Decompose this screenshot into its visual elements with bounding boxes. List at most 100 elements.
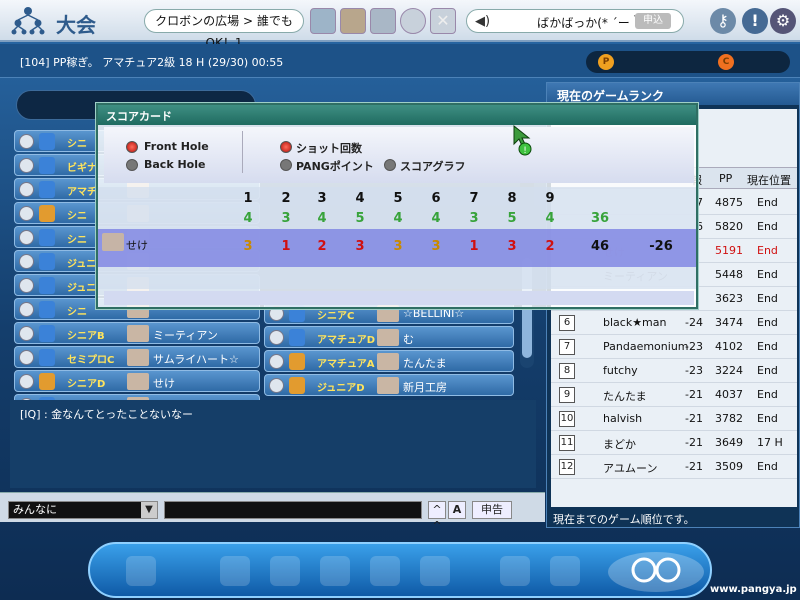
player-info-button[interactable] — [19, 254, 34, 269]
front-hole-radio[interactable] — [126, 141, 138, 153]
player-class-icon — [39, 253, 55, 270]
shot-count-radio[interactable] — [280, 141, 292, 153]
rank-location: End — [757, 460, 778, 473]
score-graph-radio[interactable] — [384, 159, 396, 171]
rank-row[interactable]: 6 black★man -24 3474 End — [551, 311, 797, 335]
font-button[interactable]: A — [448, 501, 466, 519]
rank-pp: 3509 — [715, 460, 743, 473]
rank-location: End — [757, 292, 778, 305]
score-table: せけ 143231342453543643731853942 36 46 -26 — [98, 187, 696, 289]
dock-icon-4[interactable] — [320, 556, 350, 586]
chevron-down-icon[interactable]: ▼ — [141, 502, 157, 518]
rank-row[interactable]: 10 halvish -21 3782 End — [551, 407, 797, 431]
player-row[interactable]: アマチュアA たんたま — [264, 350, 514, 372]
hole-par: 4 — [545, 211, 555, 226]
hole-score: 1 — [281, 239, 291, 254]
site-url: www.pangya.jp — [710, 584, 797, 595]
dock-icon-6[interactable] — [420, 556, 450, 586]
rank-row[interactable]: 7 Pandaemonium -23 4102 End — [551, 335, 797, 359]
dock-icon-8[interactable] — [550, 556, 580, 586]
pang-points-radio[interactable] — [280, 159, 292, 171]
player-info-button[interactable] — [269, 378, 284, 393]
rank-row[interactable]: 11 まどか -21 3649 17 H — [551, 431, 797, 455]
player-class-icon — [289, 377, 305, 394]
score-card-title: スコアカード — [106, 110, 172, 123]
rank-player-name: たんたま — [603, 390, 647, 403]
lobby-key-icon[interactable]: ⚷ — [710, 8, 736, 34]
player-row[interactable]: シニアB ミーティアン — [14, 322, 260, 344]
player-info-button[interactable] — [19, 206, 34, 221]
report-button[interactable]: 申告 — [472, 501, 512, 519]
hole-number: 8 — [507, 191, 517, 206]
rank-score: -23 — [685, 340, 703, 353]
player-name: せけ — [153, 377, 175, 390]
rank-number: 7 — [559, 339, 575, 355]
char-slot-3-button[interactable] — [370, 8, 396, 34]
player-info-button[interactable] — [19, 326, 34, 341]
chat-message-input[interactable] — [164, 501, 422, 519]
rank-player-name: アユムーン — [603, 462, 658, 475]
minus-button[interactable] — [400, 8, 426, 34]
char-slot-1-button[interactable] — [310, 8, 336, 34]
lobby-return-icon[interactable] — [126, 556, 156, 586]
cookie-point-icon: C — [718, 54, 734, 70]
close-icon[interactable]: ✕ — [430, 8, 456, 34]
hole-number: 5 — [393, 191, 403, 206]
player-name: ミーティアン — [153, 329, 218, 342]
player-info-button[interactable] — [19, 278, 34, 293]
player-info-button[interactable] — [19, 350, 34, 365]
rank-number: 12 — [559, 459, 575, 475]
player-rank: アマチ — [67, 187, 97, 198]
hole-score: 3 — [393, 239, 403, 254]
rank-location: End — [757, 388, 778, 401]
rank-score: -21 — [685, 388, 703, 401]
player-info-button[interactable] — [19, 374, 34, 389]
mouse-cursor-icon: ! — [513, 124, 532, 156]
rank-pp: 4037 — [715, 388, 743, 401]
dock-icon-5[interactable] — [370, 556, 400, 586]
bottom-dock — [88, 542, 712, 598]
score-diff: -26 — [649, 239, 673, 254]
rank-row[interactable]: 12 アユムーン -21 3509 End — [551, 455, 797, 479]
chat-target-select[interactable]: みんなに ▼ — [8, 501, 158, 519]
player-row[interactable]: ジュニアD 新月工房 — [264, 374, 514, 396]
rank-pp: 5820 — [715, 220, 743, 233]
chat-input-bar: みんなに ▼ ^ ^ A 申告 — [0, 492, 545, 532]
player-name: たんたま — [403, 357, 447, 370]
player-row[interactable]: シニアD せけ — [14, 370, 260, 392]
column-location: 現在位置 — [747, 174, 791, 187]
player-row[interactable]: セミプロC サムライハート☆ — [14, 346, 260, 368]
rank-row[interactable]: 9 たんたま -21 4037 End — [551, 383, 797, 407]
char-slot-2-button[interactable] — [340, 8, 366, 34]
emoticon-button[interactable]: ^ ^ — [428, 501, 446, 532]
back-hole-radio[interactable] — [126, 159, 138, 171]
rank-pp: 3623 — [715, 292, 743, 305]
player-info-button[interactable] — [269, 354, 284, 369]
back-hole-label: Back Hole — [144, 158, 206, 171]
game-logo — [608, 552, 704, 592]
player-info-button[interactable] — [19, 158, 34, 173]
rank-player-name: futchy — [603, 364, 638, 377]
gear-icon[interactable]: ⚙ — [770, 8, 796, 34]
player-row[interactable]: アマチュアD む — [264, 326, 514, 348]
dock-icon-2[interactable] — [220, 556, 250, 586]
dock-icon-3[interactable] — [270, 556, 300, 586]
column-pp: PP — [719, 172, 733, 185]
hole-par: 4 — [243, 211, 253, 226]
player-class-icon — [39, 205, 55, 222]
player-avatar — [127, 349, 149, 366]
dock-icon-7[interactable] — [500, 556, 530, 586]
player-info-button[interactable] — [19, 134, 34, 149]
player-info-button[interactable] — [269, 330, 284, 345]
player-rank: シニアB — [67, 331, 105, 342]
player-info-button[interactable] — [19, 182, 34, 197]
hole-number: 1 — [243, 191, 253, 206]
player-info-button[interactable] — [19, 302, 34, 317]
player-rank: ジュニアD — [317, 383, 365, 394]
apply-button[interactable]: 申込 — [635, 13, 671, 29]
rank-score: -21 — [685, 436, 703, 449]
rank-number: 9 — [559, 387, 575, 403]
rank-row[interactable]: 8 futchy -23 3224 End — [551, 359, 797, 383]
player-info-button[interactable] — [19, 230, 34, 245]
help-icon[interactable]: ! — [742, 8, 768, 34]
